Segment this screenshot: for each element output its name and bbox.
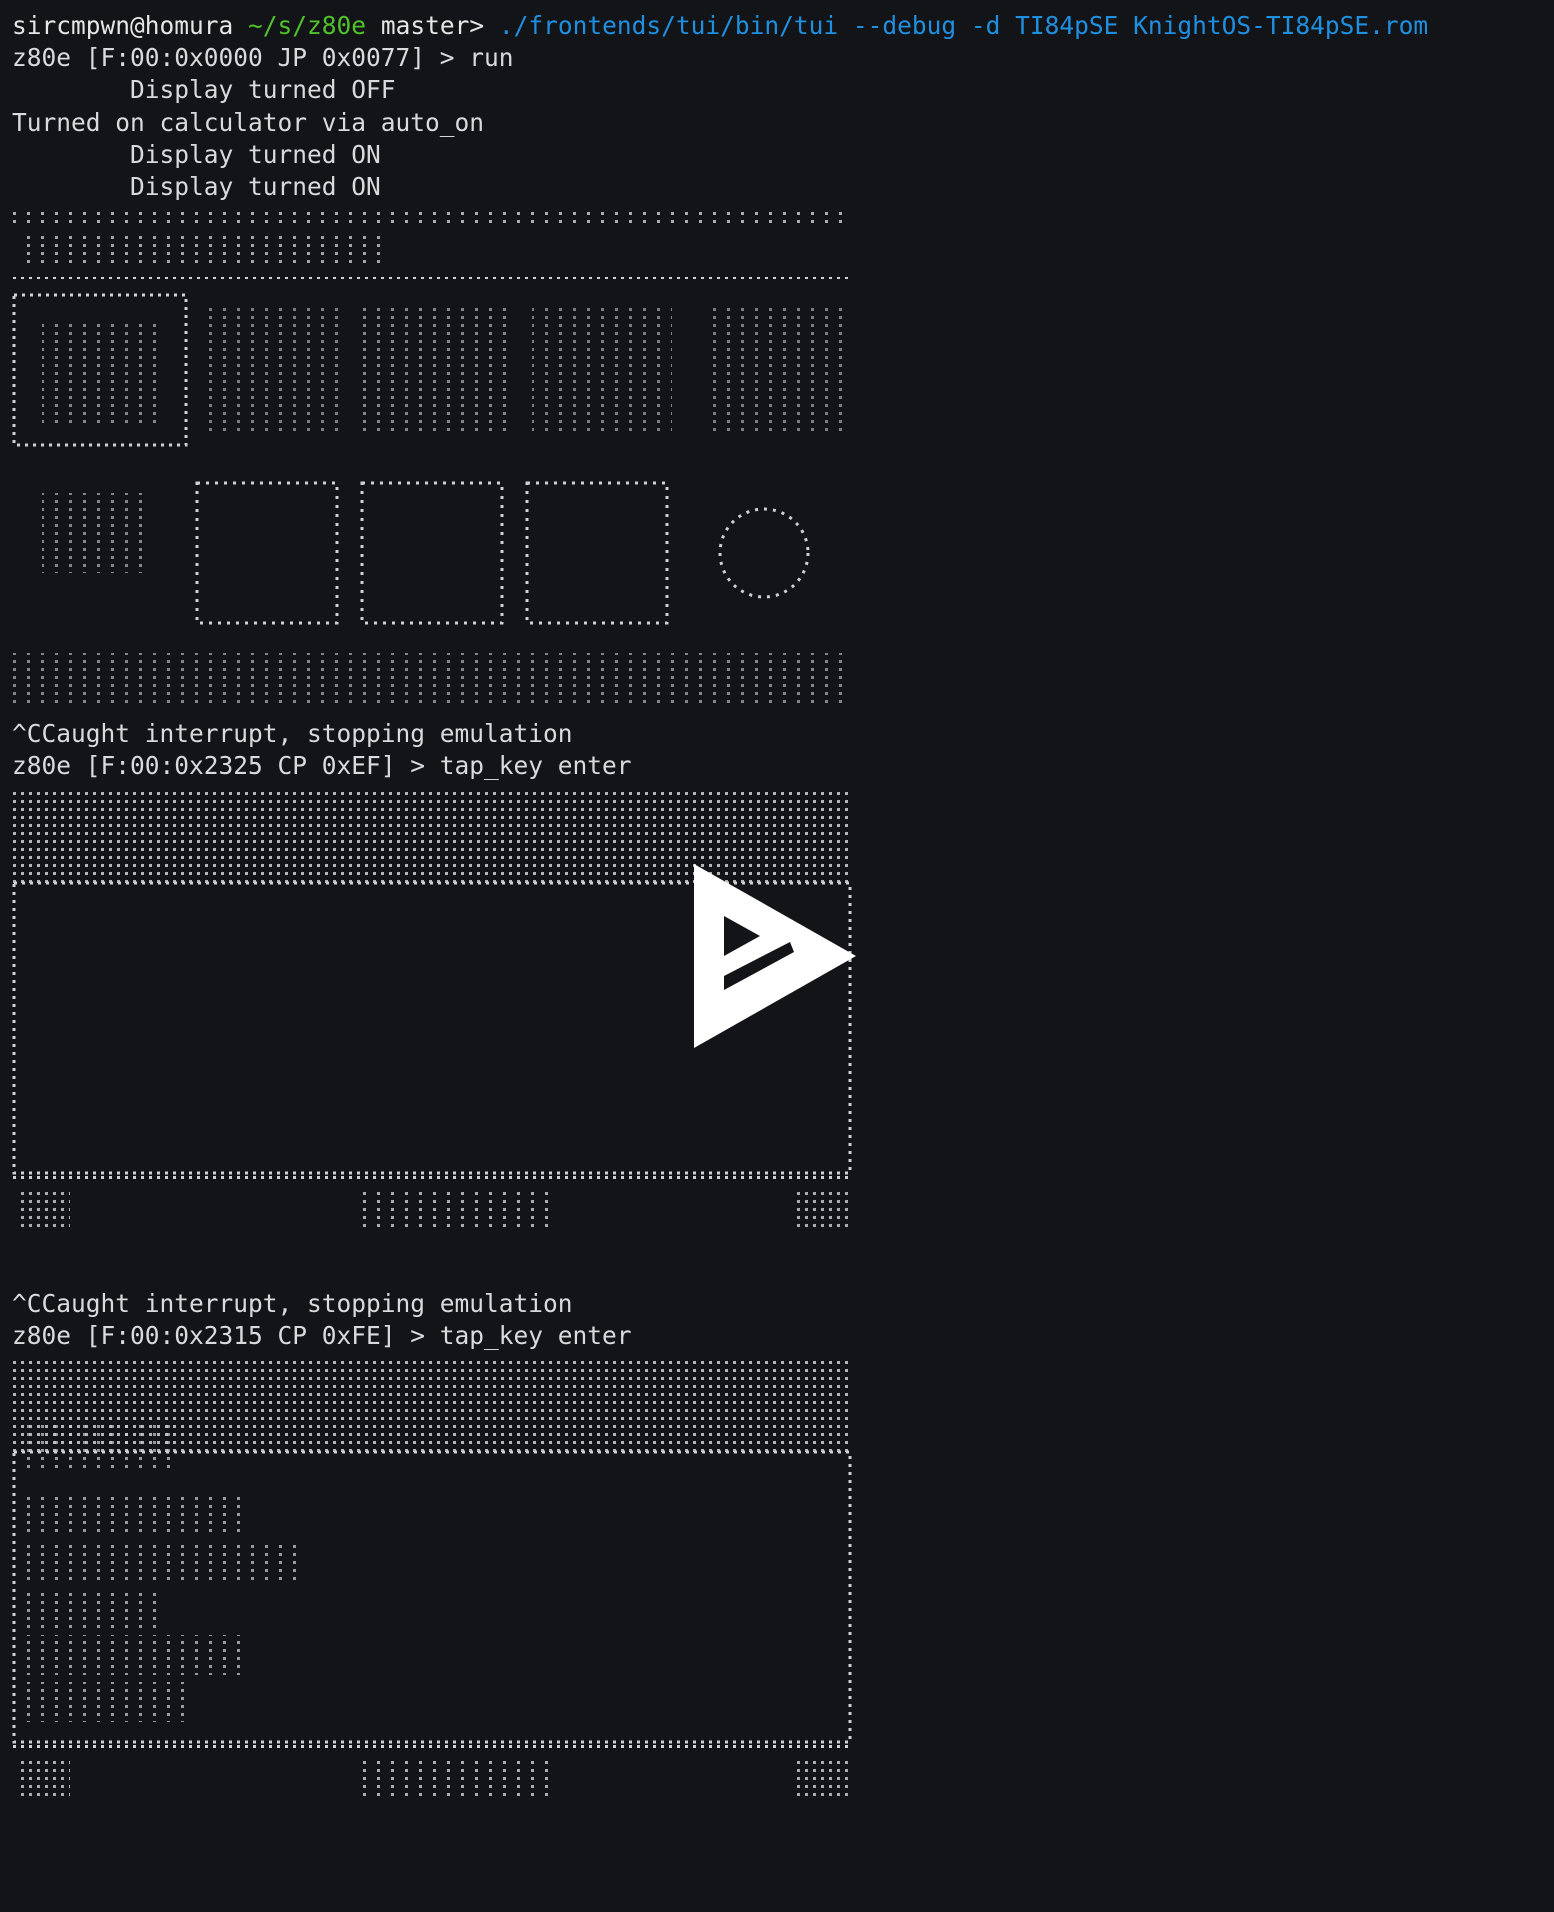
shell-prompt-line: sircmpwn@homura ~/s/z80e master> ./front… [12,10,1542,42]
play-icon [694,864,856,1048]
prompt-branch: master> [380,11,485,40]
play-button[interactable] [690,860,860,1052]
interrupt-message: ^CCaught interrupt, stopping emulation [12,1288,573,1318]
prompt-user-host: sircmpwn@homura [12,11,234,40]
braille-screen-1 [12,207,852,706]
interrupt-message: ^CCaught interrupt, stopping emulation [12,719,573,749]
debugger-prompt: z80e [F:00:0x2315 CP 0xFE] > tap_key ent… [12,1320,632,1350]
output-line: Display turned ON [12,139,381,169]
output-line: Turned on calculator via auto_on [12,107,485,137]
braille-screen-3 [12,1355,852,1800]
output-line: Display turned ON [12,171,381,201]
calculator-screen-1 [12,203,852,718]
prompt-path: ~/s/z80e [248,11,367,40]
calculator-screen-3 [12,1352,852,1857]
output-line: z80e [F:00:0x0000 JP 0x0077] > run [12,43,514,73]
prompt-command: ./frontends/tui/bin/tui --debug -d TI84p… [498,11,1429,40]
debugger-prompt: z80e [F:00:0x2325 CP 0xEF] > tap_key ent… [12,751,632,781]
output-line: Display turned OFF [12,75,396,105]
